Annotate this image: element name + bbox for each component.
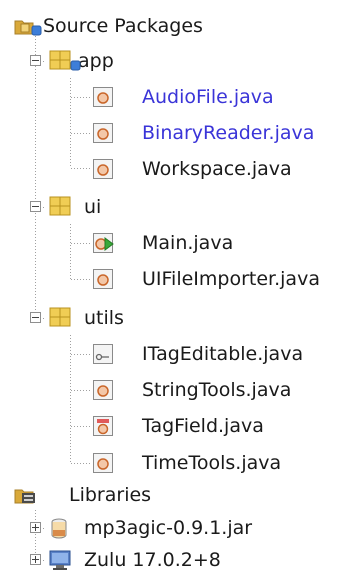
expand-toggle-icon[interactable]: [30, 522, 41, 533]
java-main-class-icon: [92, 232, 114, 254]
tree-node-label: ui: [84, 196, 102, 218]
tree-node-file[interactable]: TimeTools.java: [92, 445, 281, 481]
tree-node-label: TimeTools.java: [142, 452, 282, 474]
tree-node-library[interactable]: mp3agic-0.9.1.jar: [30, 510, 252, 546]
tree-node-label: TagField.java: [142, 415, 264, 437]
tree-node-file[interactable]: StringTools.java: [92, 372, 291, 408]
tree-node-label: Workspace.java: [142, 158, 292, 180]
tree-node-label: Source Packages: [43, 15, 203, 37]
java-class-icon: [92, 86, 114, 108]
package-icon: [48, 50, 84, 72]
tree-node-label: Libraries: [69, 484, 152, 506]
project-tree: Source Packages app AudioFile.java Binar…: [0, 0, 345, 575]
tree-node-file[interactable]: BinaryReader.java: [92, 115, 314, 151]
collapse-toggle-icon[interactable]: [30, 201, 41, 212]
tree-node-file[interactable]: AudioFile.java: [92, 79, 274, 115]
tree-node-label: BinaryReader.java: [142, 122, 315, 144]
collapse-toggle-icon[interactable]: [30, 312, 41, 323]
tree-node-libraries[interactable]: Libraries: [13, 477, 151, 513]
tree-node-package-ui[interactable]: ui: [30, 189, 101, 225]
tree-node-file[interactable]: TagField.java: [92, 408, 264, 444]
libraries-icon: [13, 484, 43, 506]
tree-node-label: StringTools.java: [142, 379, 292, 401]
java-class-icon: [92, 268, 114, 290]
tree-node-label: utils: [84, 307, 124, 329]
java-enum-icon: [92, 415, 114, 437]
tree-node-file[interactable]: Workspace.java: [92, 151, 292, 187]
java-class-icon: [92, 158, 114, 180]
package-icon: [48, 196, 72, 218]
java-class-icon: [92, 379, 114, 401]
tree-node-source-packages[interactable]: Source Packages: [13, 8, 203, 44]
tree-node-file[interactable]: ITagEditable.java: [92, 336, 303, 372]
tree-node-library[interactable]: Zulu 17.0.2+8: [30, 542, 221, 578]
package-icon: [48, 307, 72, 329]
tree-node-file[interactable]: UIFileImporter.java: [92, 261, 320, 297]
tree-node-label: AudioFile.java: [142, 86, 274, 108]
tree-node-label: Zulu 17.0.2+8: [84, 549, 221, 571]
jar-icon: [48, 517, 72, 539]
java-class-icon: [92, 452, 114, 474]
tree-node-package-app[interactable]: app: [30, 43, 114, 79]
java-interface-icon: [92, 343, 114, 365]
source-packages-icon: [13, 15, 43, 37]
expand-toggle-icon[interactable]: [30, 554, 41, 565]
tree-node-package-utils[interactable]: utils: [30, 300, 124, 336]
collapse-toggle-icon[interactable]: [30, 55, 41, 66]
tree-node-label: ITagEditable.java: [142, 343, 304, 365]
tree-node-label: mp3agic-0.9.1.jar: [84, 517, 253, 539]
tree-node-label: UIFileImporter.java: [142, 268, 320, 290]
java-class-icon: [92, 122, 114, 144]
tree-node-label: Main.java: [142, 232, 234, 254]
jdk-platform-icon: [48, 549, 74, 571]
tree-node-file[interactable]: Main.java: [92, 225, 233, 261]
